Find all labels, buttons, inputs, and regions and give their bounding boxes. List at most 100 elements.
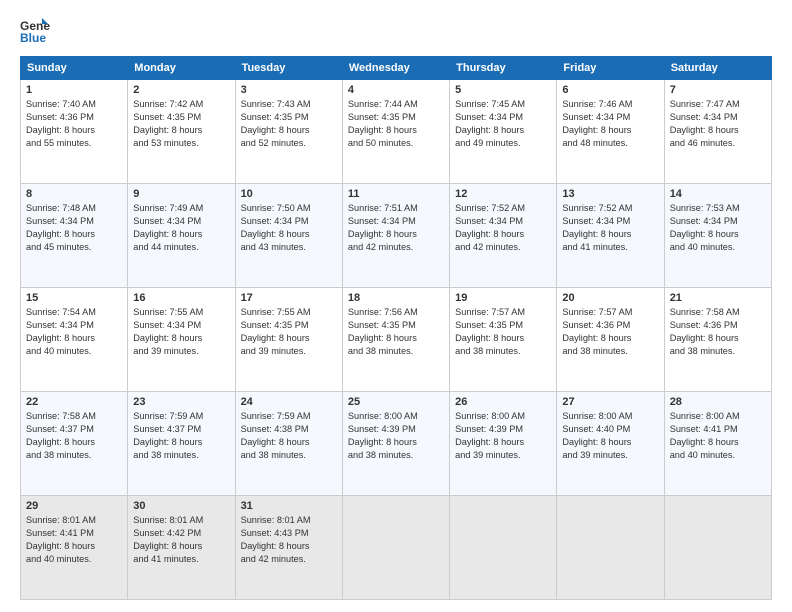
day-number: 21 (670, 292, 766, 304)
calendar-cell: 17 Sunrise: 7:55 AMSunset: 4:35 PMDaylig… (235, 288, 342, 392)
calendar-cell: 27 Sunrise: 8:00 AMSunset: 4:40 PMDaylig… (557, 392, 664, 496)
calendar-header-monday: Monday (128, 57, 235, 80)
page: General Blue SundayMondayTuesdayWednesda… (0, 0, 792, 612)
calendar-cell: 14 Sunrise: 7:53 AMSunset: 4:34 PMDaylig… (664, 184, 771, 288)
calendar-cell: 24 Sunrise: 7:59 AMSunset: 4:38 PMDaylig… (235, 392, 342, 496)
header: General Blue (20, 16, 772, 46)
day-number: 9 (133, 188, 229, 200)
day-info: Sunrise: 7:51 AMSunset: 4:34 PMDaylight:… (348, 203, 418, 252)
calendar-cell: 29 Sunrise: 8:01 AMSunset: 4:41 PMDaylig… (21, 496, 128, 600)
day-number: 13 (562, 188, 658, 200)
calendar-cell (450, 496, 557, 600)
day-info: Sunrise: 8:00 AMSunset: 4:40 PMDaylight:… (562, 411, 632, 460)
day-info: Sunrise: 7:54 AMSunset: 4:34 PMDaylight:… (26, 307, 96, 356)
day-info: Sunrise: 8:00 AMSunset: 4:39 PMDaylight:… (455, 411, 525, 460)
day-number: 20 (562, 292, 658, 304)
logo: General Blue (20, 16, 54, 46)
day-info: Sunrise: 7:52 AMSunset: 4:34 PMDaylight:… (455, 203, 525, 252)
day-number: 27 (562, 396, 658, 408)
calendar-table: SundayMondayTuesdayWednesdayThursdayFrid… (20, 56, 772, 600)
day-info: Sunrise: 7:46 AMSunset: 4:34 PMDaylight:… (562, 99, 632, 148)
day-number: 17 (241, 292, 337, 304)
day-info: Sunrise: 8:01 AMSunset: 4:41 PMDaylight:… (26, 515, 96, 564)
day-number: 26 (455, 396, 551, 408)
day-number: 24 (241, 396, 337, 408)
day-number: 15 (26, 292, 122, 304)
calendar-week-5: 29 Sunrise: 8:01 AMSunset: 4:41 PMDaylig… (21, 496, 772, 600)
calendar-cell: 26 Sunrise: 8:00 AMSunset: 4:39 PMDaylig… (450, 392, 557, 496)
day-info: Sunrise: 8:00 AMSunset: 4:41 PMDaylight:… (670, 411, 740, 460)
calendar-cell (557, 496, 664, 600)
day-number: 11 (348, 188, 444, 200)
day-number: 3 (241, 84, 337, 96)
calendar-cell: 30 Sunrise: 8:01 AMSunset: 4:42 PMDaylig… (128, 496, 235, 600)
day-info: Sunrise: 7:42 AMSunset: 4:35 PMDaylight:… (133, 99, 203, 148)
calendar-week-3: 15 Sunrise: 7:54 AMSunset: 4:34 PMDaylig… (21, 288, 772, 392)
day-info: Sunrise: 7:53 AMSunset: 4:34 PMDaylight:… (670, 203, 740, 252)
calendar-header-sunday: Sunday (21, 57, 128, 80)
svg-text:Blue: Blue (20, 31, 46, 45)
calendar-header-row: SundayMondayTuesdayWednesdayThursdayFrid… (21, 57, 772, 80)
day-info: Sunrise: 7:58 AMSunset: 4:37 PMDaylight:… (26, 411, 96, 460)
day-number: 30 (133, 500, 229, 512)
day-info: Sunrise: 7:59 AMSunset: 4:38 PMDaylight:… (241, 411, 311, 460)
day-number: 4 (348, 84, 444, 96)
calendar-cell: 3 Sunrise: 7:43 AMSunset: 4:35 PMDayligh… (235, 80, 342, 184)
calendar-header-thursday: Thursday (450, 57, 557, 80)
calendar-cell: 18 Sunrise: 7:56 AMSunset: 4:35 PMDaylig… (342, 288, 449, 392)
day-number: 25 (348, 396, 444, 408)
day-info: Sunrise: 7:59 AMSunset: 4:37 PMDaylight:… (133, 411, 203, 460)
day-number: 2 (133, 84, 229, 96)
calendar-week-4: 22 Sunrise: 7:58 AMSunset: 4:37 PMDaylig… (21, 392, 772, 496)
day-number: 8 (26, 188, 122, 200)
day-number: 12 (455, 188, 551, 200)
day-number: 19 (455, 292, 551, 304)
calendar-cell: 10 Sunrise: 7:50 AMSunset: 4:34 PMDaylig… (235, 184, 342, 288)
day-number: 31 (241, 500, 337, 512)
logo-icon: General Blue (20, 16, 50, 46)
day-info: Sunrise: 7:55 AMSunset: 4:35 PMDaylight:… (241, 307, 311, 356)
day-number: 14 (670, 188, 766, 200)
day-number: 6 (562, 84, 658, 96)
day-number: 16 (133, 292, 229, 304)
day-number: 5 (455, 84, 551, 96)
day-info: Sunrise: 7:45 AMSunset: 4:34 PMDaylight:… (455, 99, 525, 148)
day-number: 28 (670, 396, 766, 408)
day-info: Sunrise: 7:40 AMSunset: 4:36 PMDaylight:… (26, 99, 96, 148)
calendar-cell: 23 Sunrise: 7:59 AMSunset: 4:37 PMDaylig… (128, 392, 235, 496)
day-number: 7 (670, 84, 766, 96)
calendar-week-2: 8 Sunrise: 7:48 AMSunset: 4:34 PMDayligh… (21, 184, 772, 288)
day-info: Sunrise: 7:48 AMSunset: 4:34 PMDaylight:… (26, 203, 96, 252)
day-info: Sunrise: 7:43 AMSunset: 4:35 PMDaylight:… (241, 99, 311, 148)
calendar-cell: 16 Sunrise: 7:55 AMSunset: 4:34 PMDaylig… (128, 288, 235, 392)
day-number: 29 (26, 500, 122, 512)
calendar-cell: 5 Sunrise: 7:45 AMSunset: 4:34 PMDayligh… (450, 80, 557, 184)
calendar-cell: 9 Sunrise: 7:49 AMSunset: 4:34 PMDayligh… (128, 184, 235, 288)
calendar-cell: 7 Sunrise: 7:47 AMSunset: 4:34 PMDayligh… (664, 80, 771, 184)
day-info: Sunrise: 7:44 AMSunset: 4:35 PMDaylight:… (348, 99, 418, 148)
calendar-cell: 28 Sunrise: 8:00 AMSunset: 4:41 PMDaylig… (664, 392, 771, 496)
calendar-cell: 2 Sunrise: 7:42 AMSunset: 4:35 PMDayligh… (128, 80, 235, 184)
calendar-cell (342, 496, 449, 600)
calendar-cell: 21 Sunrise: 7:58 AMSunset: 4:36 PMDaylig… (664, 288, 771, 392)
calendar-cell: 4 Sunrise: 7:44 AMSunset: 4:35 PMDayligh… (342, 80, 449, 184)
calendar-cell: 15 Sunrise: 7:54 AMSunset: 4:34 PMDaylig… (21, 288, 128, 392)
day-info: Sunrise: 8:00 AMSunset: 4:39 PMDaylight:… (348, 411, 418, 460)
calendar-cell: 13 Sunrise: 7:52 AMSunset: 4:34 PMDaylig… (557, 184, 664, 288)
day-info: Sunrise: 7:49 AMSunset: 4:34 PMDaylight:… (133, 203, 203, 252)
calendar-cell: 6 Sunrise: 7:46 AMSunset: 4:34 PMDayligh… (557, 80, 664, 184)
calendar-cell: 25 Sunrise: 8:00 AMSunset: 4:39 PMDaylig… (342, 392, 449, 496)
day-info: Sunrise: 7:58 AMSunset: 4:36 PMDaylight:… (670, 307, 740, 356)
day-number: 1 (26, 84, 122, 96)
calendar-header-wednesday: Wednesday (342, 57, 449, 80)
calendar-cell: 1 Sunrise: 7:40 AMSunset: 4:36 PMDayligh… (21, 80, 128, 184)
calendar-cell: 19 Sunrise: 7:57 AMSunset: 4:35 PMDaylig… (450, 288, 557, 392)
calendar-cell: 8 Sunrise: 7:48 AMSunset: 4:34 PMDayligh… (21, 184, 128, 288)
day-number: 22 (26, 396, 122, 408)
calendar-cell: 20 Sunrise: 7:57 AMSunset: 4:36 PMDaylig… (557, 288, 664, 392)
calendar-header-tuesday: Tuesday (235, 57, 342, 80)
calendar-week-1: 1 Sunrise: 7:40 AMSunset: 4:36 PMDayligh… (21, 80, 772, 184)
calendar-header-saturday: Saturday (664, 57, 771, 80)
calendar-cell: 12 Sunrise: 7:52 AMSunset: 4:34 PMDaylig… (450, 184, 557, 288)
day-number: 10 (241, 188, 337, 200)
